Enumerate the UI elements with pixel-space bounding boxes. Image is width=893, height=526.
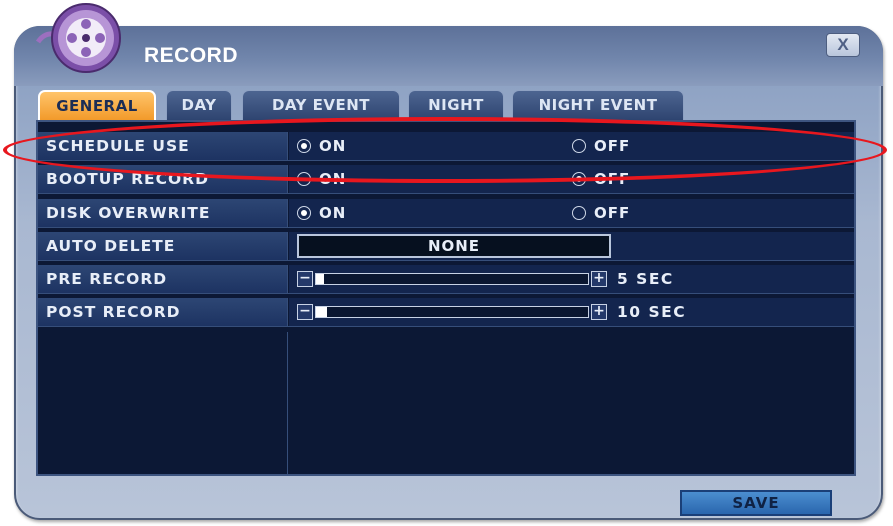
settings-panel: SCHEDULE USE ON OFF BOOTUP RECORD ON OFF… [36,120,856,476]
close-icon: X [837,35,849,54]
auto-delete-label: AUTO DELETE [38,232,288,260]
radio-selected-icon [572,172,586,186]
bootup-record-on-radio[interactable]: ON [297,170,346,188]
post-record-readout: 10 SEC [617,303,687,321]
row-disk-overwrite: DISK OVERWRITE ON OFF [38,199,854,228]
empty-label-column [38,332,288,474]
disk-overwrite-label: DISK OVERWRITE [38,199,288,227]
pre-record-label: PRE RECORD [38,265,288,293]
auto-delete-value: NONE [289,232,854,260]
tab-day[interactable]: DAY [166,90,232,120]
row-pre-record: PRE RECORD − + 5 SEC [38,265,854,294]
bootup-record-label: BOOTUP RECORD [38,165,288,193]
pre-record-increase-button[interactable]: + [591,271,607,287]
post-record-slider[interactable]: − + [297,304,609,321]
post-record-fill [316,307,327,317]
pre-record-value: − + 5 SEC [289,265,854,293]
disk-overwrite-off-radio[interactable]: OFF [572,204,630,222]
pre-record-decrease-button[interactable]: − [297,271,313,287]
auto-delete-select[interactable]: NONE [297,234,611,258]
radio-unselected-icon [572,139,586,153]
tab-general[interactable]: GENERAL [38,90,156,120]
row-auto-delete: AUTO DELETE NONE [38,232,854,261]
radio-unselected-icon [572,206,586,220]
radio-selected-icon [297,139,311,153]
close-button[interactable]: X [826,33,860,57]
tab-night[interactable]: NIGHT [408,90,504,120]
schedule-use-value: ON OFF [289,132,854,160]
row-post-record: POST RECORD − + 10 SEC [38,298,854,327]
bootup-record-on-label: ON [319,170,347,188]
bootup-record-value: ON OFF [289,165,854,193]
row-schedule-use: SCHEDULE USE ON OFF [38,132,854,161]
disk-overwrite-on-radio[interactable]: ON [297,204,346,222]
tab-day-event[interactable]: DAY EVENT [242,90,400,120]
pre-record-fill [316,274,325,284]
radio-selected-icon [297,206,311,220]
save-button[interactable]: SAVE [680,490,832,516]
radio-unselected-icon [297,172,311,186]
bootup-record-off-radio[interactable]: OFF [572,170,630,188]
pre-record-track[interactable] [315,273,589,285]
schedule-use-on-radio[interactable]: ON [297,137,346,155]
schedule-use-on-label: ON [319,137,347,155]
post-record-decrease-button[interactable]: − [297,304,313,320]
pre-record-readout: 5 SEC [617,270,674,288]
tab-night-event[interactable]: NIGHT EVENT [512,90,684,120]
schedule-use-off-radio[interactable]: OFF [572,137,630,155]
schedule-use-off-label: OFF [594,137,631,155]
post-record-value: − + 10 SEC [289,298,854,326]
post-record-label: POST RECORD [38,298,288,326]
post-record-increase-button[interactable]: + [591,304,607,320]
disk-overwrite-off-label: OFF [594,204,631,222]
pre-record-slider[interactable]: − + [297,271,609,288]
disk-overwrite-value: ON OFF [289,199,854,227]
bootup-record-off-label: OFF [594,170,631,188]
row-bootup-record: BOOTUP RECORD ON OFF [38,165,854,194]
disk-overwrite-on-label: ON [319,204,347,222]
schedule-use-label: SCHEDULE USE [38,132,288,160]
dialog-title: RECORD [144,44,239,67]
post-record-track[interactable] [315,306,589,318]
film-reel-icon [36,3,121,73]
